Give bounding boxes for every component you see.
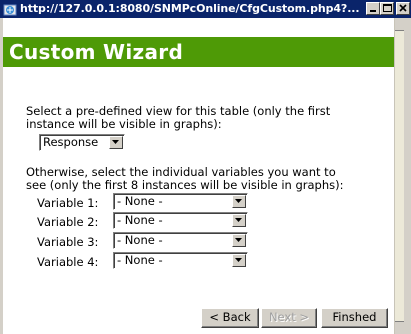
- window-frame-right: [404, 18, 411, 334]
- close-button[interactable]: [396, 2, 410, 15]
- variable-1-value: - None -: [117, 194, 163, 208]
- minimize-icon: [370, 10, 376, 12]
- variable-3-value: - None -: [117, 233, 163, 247]
- dropdown-arrow-icon[interactable]: [232, 214, 246, 227]
- dropdown-arrow-icon[interactable]: [232, 234, 246, 247]
- close-icon: [399, 4, 407, 12]
- scroll-down-button[interactable]: [395, 321, 404, 334]
- maximize-icon: [383, 4, 392, 12]
- page-title: Custom Wizard: [9, 40, 184, 64]
- predefined-view-select[interactable]: Response: [39, 134, 125, 151]
- back-button[interactable]: < Back: [201, 308, 259, 328]
- individual-instructions-line2: see (only the first 8 instances will be …: [26, 178, 344, 192]
- wizard-header: Custom Wizard: [3, 37, 394, 67]
- scroll-up-button[interactable]: [395, 18, 404, 31]
- window-title-bar[interactable]: http://127.0.0.1:8080/SNMPcOnline/CfgCus…: [0, 0, 411, 18]
- browser-window-icon: [3, 2, 17, 16]
- predefined-view-value: Response: [43, 135, 99, 149]
- dropdown-arrow-icon[interactable]: [232, 254, 246, 267]
- variable-4-select[interactable]: - None -: [113, 252, 248, 269]
- variable-2-select[interactable]: - None -: [113, 212, 248, 229]
- predefined-instructions-line2: instance will be visible in graphs):: [26, 117, 222, 131]
- vertical-scrollbar[interactable]: [394, 18, 404, 334]
- variable-3-label: Variable 3:: [37, 235, 99, 249]
- variable-2-value: - None -: [117, 213, 163, 227]
- window-title: http://127.0.0.1:8080/SNMPcOnline/CfgCus…: [20, 2, 360, 15]
- variable-1-select[interactable]: - None -: [113, 193, 248, 210]
- variable-4-label: Variable 4:: [37, 255, 99, 269]
- variable-1-label: Variable 1:: [37, 196, 99, 210]
- dropdown-arrow-icon[interactable]: [109, 136, 123, 149]
- variable-4-value: - None -: [117, 253, 163, 267]
- maximize-button[interactable]: [380, 2, 394, 15]
- dropdown-arrow-icon[interactable]: [232, 195, 246, 208]
- finish-button[interactable]: Finshed: [321, 308, 388, 328]
- next-button[interactable]: Next >: [261, 308, 317, 328]
- variable-2-label: Variable 2:: [37, 215, 99, 229]
- variable-3-select[interactable]: - None -: [113, 232, 248, 249]
- minimize-button[interactable]: [366, 2, 380, 15]
